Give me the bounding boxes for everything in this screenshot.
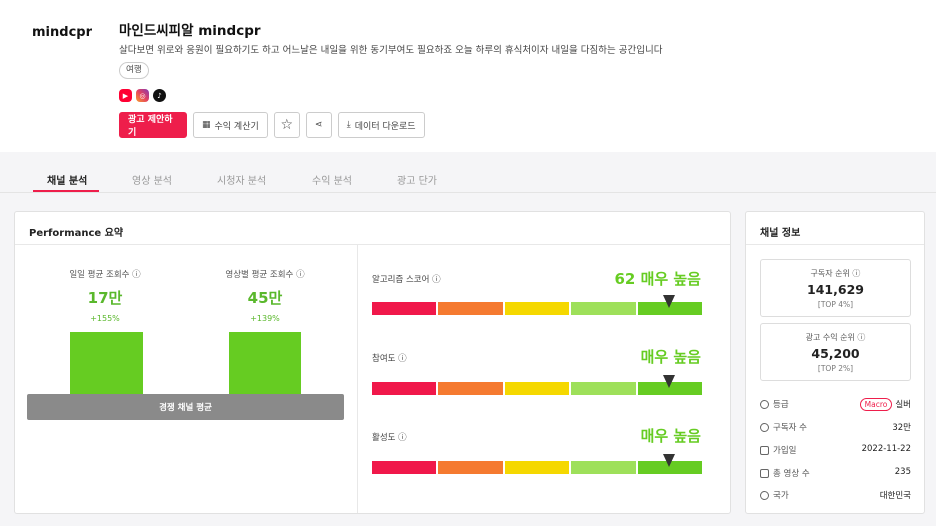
tab-ad-price[interactable]: 광고 단가 bbox=[397, 172, 437, 187]
revenue-rank-top: [TOP 2%] bbox=[817, 364, 854, 373]
competitor-average-baseline: 경쟁 채널 평균 bbox=[27, 394, 344, 420]
gauge-segment bbox=[372, 461, 437, 474]
propose-ad-button[interactable]: 광고 제안하기 bbox=[119, 112, 187, 138]
engagement-gauge bbox=[372, 375, 703, 395]
channel-info-title: 채널 정보 bbox=[760, 228, 801, 239]
info-row-grade: 등급 Macro 실버 bbox=[760, 398, 911, 412]
subscribers-label: 구독자 수 bbox=[773, 423, 807, 433]
info-row-joined: 가입일 2022-11-22 bbox=[760, 444, 911, 458]
gauge-segment bbox=[571, 382, 636, 395]
activity-label: 활성도 ⓘ bbox=[372, 433, 407, 443]
tabs-divider bbox=[0, 192, 936, 193]
user-icon bbox=[760, 422, 769, 432]
subscriber-rank-label: 구독자 순위 ⓘ bbox=[810, 269, 861, 278]
channel-title: 마인드씨피알 mindcpr bbox=[119, 23, 261, 39]
action-bar: 광고 제안하기 ▦ 수익 계산기 ☆ ⋖ ⤓ 데이터 다운로드 bbox=[119, 112, 425, 138]
daily-views-value: 17만 bbox=[87, 289, 123, 307]
gauge-segment bbox=[438, 302, 503, 315]
country-label: 국가 bbox=[773, 491, 789, 501]
activity-gauge bbox=[372, 454, 703, 474]
macro-badge: Macro bbox=[859, 398, 893, 411]
subscriber-rank-top: [TOP 4%] bbox=[817, 300, 854, 309]
data-download-button[interactable]: ⤓ 데이터 다운로드 bbox=[337, 112, 425, 138]
info-row-country: 국가 대한민국 bbox=[760, 489, 911, 503]
share-button[interactable]: ⋖ bbox=[305, 112, 332, 138]
activity-value: 매우 높음 bbox=[640, 427, 701, 445]
engagement-label: 참여도 ⓘ bbox=[372, 354, 407, 364]
joined-value: 2022-11-22 bbox=[861, 444, 911, 454]
country-value: 대한민국 bbox=[879, 491, 911, 501]
gauge-segment bbox=[571, 461, 636, 474]
engagement-value: 매우 높음 bbox=[640, 348, 701, 366]
revenue-rank-label: 광고 수익 순위 ⓘ bbox=[805, 333, 866, 342]
tab-channel-analysis[interactable]: 채널 분석 bbox=[47, 172, 87, 187]
algorithm-score-label: 알고리즘 스코어 ⓘ bbox=[372, 275, 441, 285]
subscriber-rank-box: 구독자 순위 ⓘ 141,629 [TOP 4%] bbox=[760, 259, 911, 317]
gauge-segment bbox=[438, 382, 503, 395]
video-views-bar bbox=[229, 332, 301, 394]
medal-icon bbox=[760, 399, 769, 409]
revenue-rank-box: 광고 수익 순위 ⓘ 45,200 [TOP 2%] bbox=[760, 323, 911, 381]
gauge-segment bbox=[571, 302, 636, 315]
info-row-subscribers: 구독자 수 32만 bbox=[760, 421, 911, 435]
grade-label: 등급 bbox=[773, 400, 789, 410]
performance-column-divider bbox=[357, 245, 358, 513]
channel-header: mindcpr 마인드씨피알 mindcpr 살다보면 위로와 응원이 필요하기… bbox=[0, 0, 936, 152]
channel-description: 살다보면 위로와 응원이 필요하기도 하고 어느날은 내일을 위한 동기부여도 … bbox=[119, 45, 663, 56]
gauge-segment bbox=[438, 461, 503, 474]
daily-views-bar bbox=[70, 332, 143, 394]
video-views-change: +139% bbox=[250, 314, 280, 323]
gauge-segment bbox=[372, 302, 437, 315]
tiktok-icon[interactable]: ♪ bbox=[153, 89, 166, 102]
revenue-calculator-button[interactable]: ▦ 수익 계산기 bbox=[193, 112, 268, 138]
star-icon: ☆ bbox=[280, 117, 294, 133]
daily-views-change: +155% bbox=[90, 314, 120, 323]
joined-label: 가입일 bbox=[773, 446, 797, 456]
download-icon: ⤓ bbox=[346, 120, 351, 130]
performance-header-divider bbox=[15, 244, 730, 245]
revenue-calculator-label: 수익 계산기 bbox=[214, 121, 259, 132]
gauge-segment bbox=[504, 461, 570, 474]
performance-title: Performance 요약 bbox=[29, 228, 124, 239]
gauge-marker bbox=[663, 295, 675, 308]
subscribers-value: 32만 bbox=[892, 423, 911, 433]
calendar-icon bbox=[760, 445, 769, 455]
data-download-label: 데이터 다운로드 bbox=[354, 121, 416, 132]
revenue-rank-value: 45,200 bbox=[811, 346, 860, 361]
info-row-videos: 총 영상 수 235 bbox=[760, 467, 911, 481]
youtube-icon[interactable]: ▶ bbox=[119, 89, 132, 102]
category-tag: 여행 bbox=[119, 62, 149, 79]
daily-views-label: 일일 평균 조회수 ⓘ bbox=[69, 270, 141, 280]
calculator-icon: ▦ bbox=[202, 120, 211, 130]
tab-audience-analysis[interactable]: 시청자 분석 bbox=[217, 172, 266, 187]
channel-logo: mindcpr bbox=[32, 24, 92, 40]
video-views-label: 영상별 평균 조회수 ⓘ bbox=[225, 270, 305, 280]
algorithm-score-value: 62 매우 높음 bbox=[614, 270, 701, 288]
gauge-marker bbox=[663, 375, 675, 388]
tab-revenue-analysis[interactable]: 수익 분석 bbox=[312, 172, 352, 187]
share-icon: ⋖ bbox=[315, 120, 323, 130]
videos-label: 총 영상 수 bbox=[773, 469, 810, 479]
algorithm-score-gauge bbox=[372, 295, 703, 315]
analysis-tabs: 채널 분석 영상 분석 시청자 분석 수익 분석 광고 단가 bbox=[0, 166, 936, 192]
channel-info-divider bbox=[746, 244, 924, 245]
social-links: ▶ ◎ ♪ bbox=[119, 89, 166, 102]
subscriber-rank-value: 141,629 bbox=[807, 282, 864, 297]
tab-video-analysis[interactable]: 영상 분석 bbox=[132, 172, 172, 187]
gauge-segment bbox=[504, 302, 570, 315]
gauge-marker bbox=[663, 454, 675, 467]
gauge-segment bbox=[372, 382, 437, 395]
instagram-icon[interactable]: ◎ bbox=[136, 89, 149, 102]
video-icon bbox=[760, 468, 769, 478]
favorite-button[interactable]: ☆ bbox=[273, 112, 300, 138]
grade-value: 실버 bbox=[895, 400, 911, 410]
gauge-segment bbox=[504, 382, 570, 395]
videos-value: 235 bbox=[894, 467, 911, 477]
video-views-value: 45만 bbox=[247, 289, 283, 307]
globe-icon bbox=[760, 490, 769, 500]
